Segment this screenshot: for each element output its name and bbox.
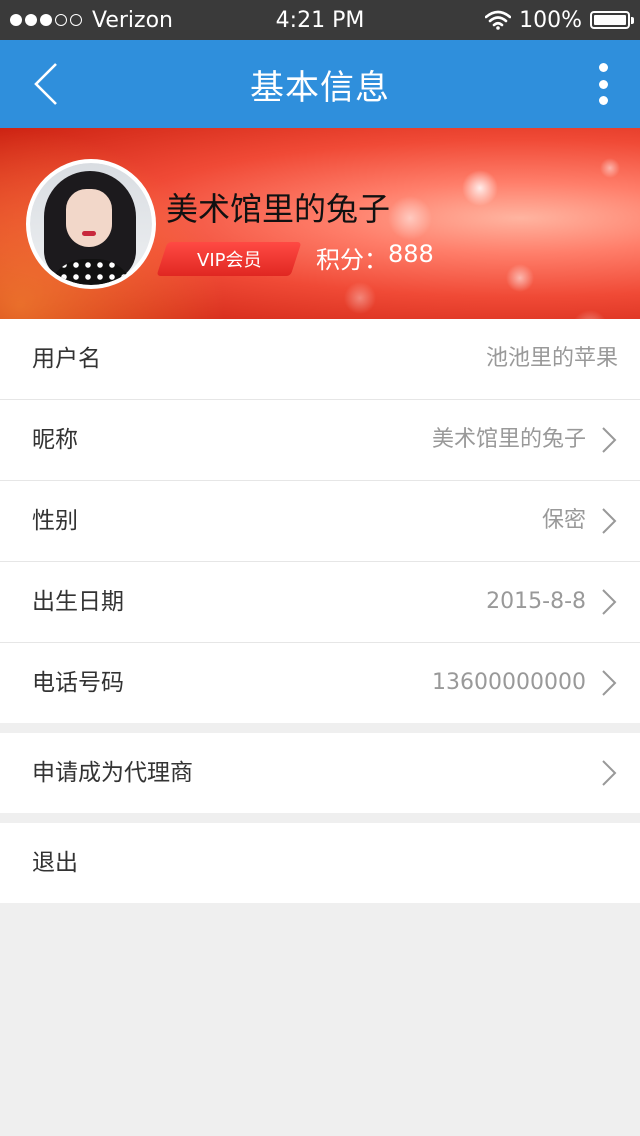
logout-section: 退出 — [0, 823, 640, 903]
row-value: 2015-8-8 — [486, 589, 586, 614]
logout-label: 退出 — [32, 850, 78, 876]
row-value: 池池里的苹果 — [485, 346, 618, 371]
agent-section: 申请成为代理商 — [0, 733, 640, 813]
battery-percent: 100% — [519, 7, 582, 33]
row-gender[interactable]: 性别 保密 — [0, 481, 640, 562]
row-nickname[interactable]: 昵称 美术馆里的兔子 — [0, 400, 640, 481]
chevron-right-icon — [602, 508, 617, 534]
status-bar: Verizon 4:21 PM 100% — [0, 0, 640, 40]
battery-icon — [590, 11, 634, 29]
info-list: 用户名 池池里的苹果 昵称 美术馆里的兔子 性别 保密 出生日期 2015-8-… — [0, 319, 640, 723]
row-label: 出生日期 — [32, 589, 124, 615]
row-label: 电话号码 — [32, 670, 124, 696]
section-divider — [0, 813, 640, 823]
avatar[interactable] — [26, 159, 156, 289]
row-label: 用户名 — [32, 346, 101, 372]
nav-bar: 基本信息 — [0, 40, 640, 128]
row-phone[interactable]: 电话号码 13600000000 — [0, 643, 640, 723]
chevron-right-icon — [602, 589, 617, 615]
status-time: 4:21 PM — [275, 7, 365, 33]
profile-name: 美术馆里的兔子 — [166, 190, 391, 228]
points-label: 积分： — [316, 246, 388, 274]
status-right: 100% — [485, 0, 634, 40]
chevron-right-icon — [602, 427, 617, 453]
row-label: 申请成为代理商 — [32, 760, 193, 786]
row-label: 昵称 — [32, 427, 78, 453]
row-label: 性别 — [32, 508, 78, 534]
row-username: 用户名 池池里的苹果 — [0, 319, 640, 400]
section-divider — [0, 723, 640, 733]
page-title: 基本信息 — [250, 67, 390, 108]
row-value: 美术馆里的兔子 — [431, 427, 586, 452]
row-birthday[interactable]: 出生日期 2015-8-8 — [0, 562, 640, 643]
chevron-right-icon — [602, 670, 617, 696]
wifi-icon — [485, 10, 512, 30]
vip-badge: VIP会员 — [156, 242, 302, 276]
points-value: 888 — [388, 240, 434, 268]
row-apply-agent[interactable]: 申请成为代理商 — [0, 733, 640, 813]
row-value: 13600000000 — [432, 670, 586, 695]
chevron-right-icon — [602, 760, 617, 786]
logout-button[interactable]: 退出 — [0, 823, 640, 903]
points: 积分： 888 — [316, 240, 434, 275]
vip-badge-label: VIP会员 — [196, 250, 262, 271]
more-vertical-icon[interactable] — [588, 60, 618, 108]
row-value: 保密 — [541, 508, 586, 533]
